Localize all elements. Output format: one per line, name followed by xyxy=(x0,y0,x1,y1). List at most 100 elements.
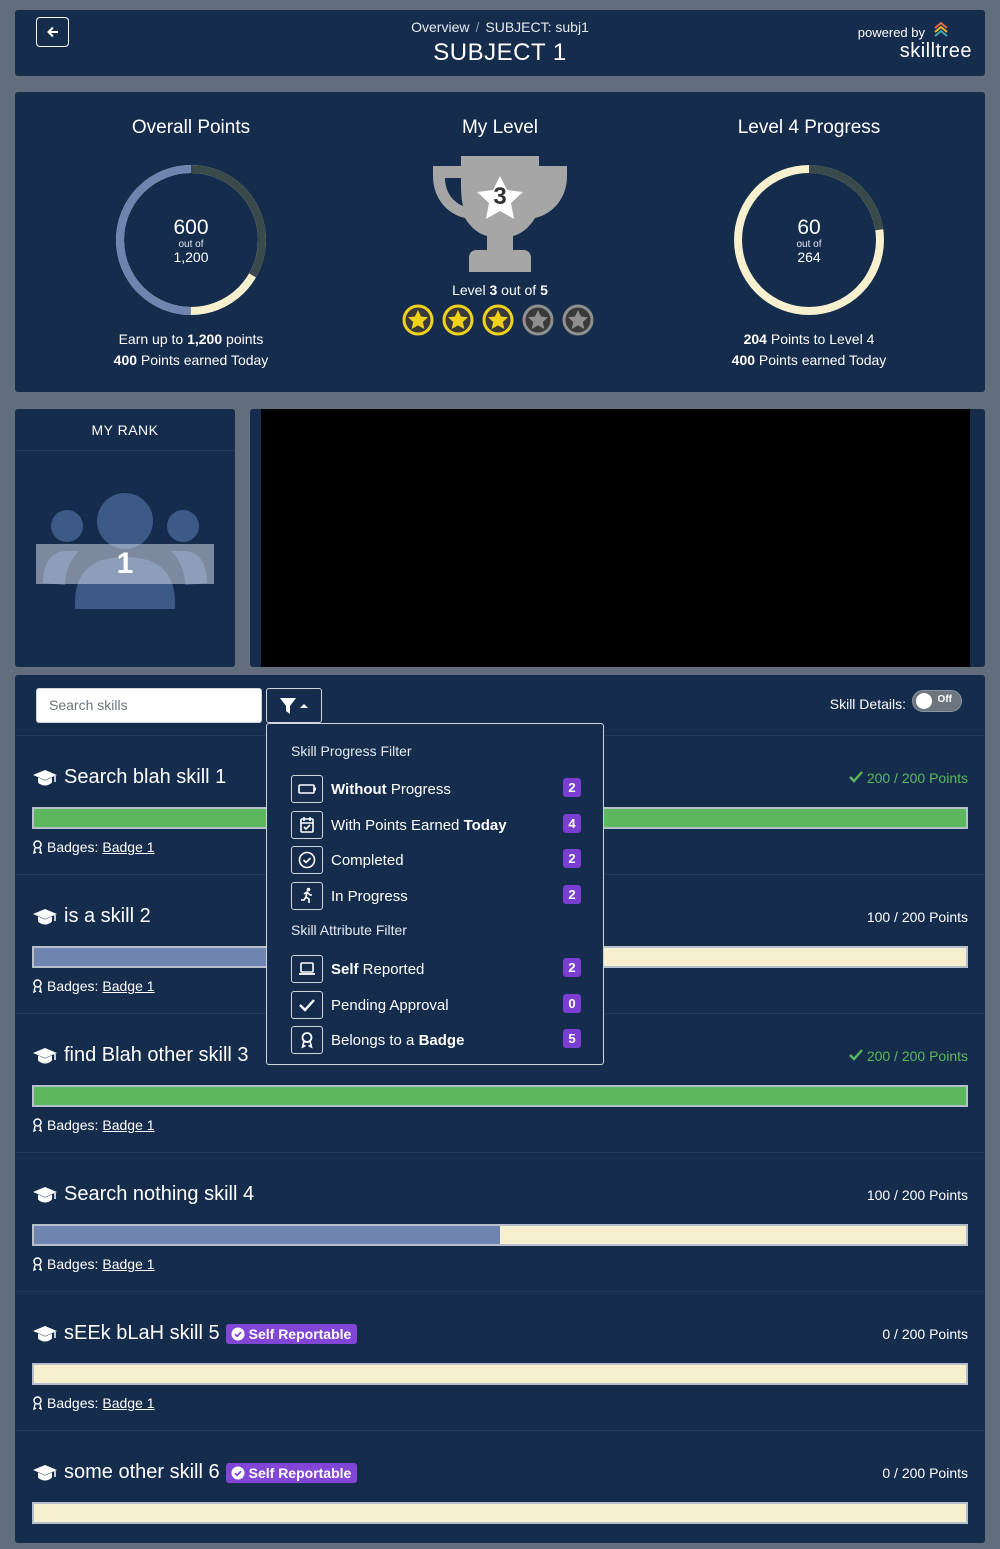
overall-points-readout: 600 out of 1,200 xyxy=(116,216,266,265)
earn-up-to-text: Earn up to xyxy=(118,331,188,347)
skill-progress-filter-heading: Skill Progress Filter xyxy=(291,743,412,759)
badges-label: Badges: xyxy=(47,978,99,994)
skill-details-toggle[interactable]: Off xyxy=(912,690,962,712)
check-circle-icon xyxy=(231,1327,245,1340)
toggle-knob xyxy=(916,693,932,709)
filter-item-count: 5 xyxy=(563,1029,581,1048)
overall-points-total: 1,200 xyxy=(173,249,209,265)
breadcrumb-separator: / xyxy=(475,19,480,35)
skill-name: Search blah skill 1 xyxy=(64,766,227,788)
breadcrumb-subject: SUBJECT: subj1 xyxy=(485,19,589,35)
badges-label: Badges: xyxy=(47,1395,99,1411)
filter-item-award[interactable]: Belongs to a Badge 5 xyxy=(291,1026,581,1054)
level-out-of-text: Level 3 out of 5 xyxy=(355,282,645,298)
battery-empty-icon xyxy=(291,775,323,803)
skill-title[interactable]: is a skill 2 xyxy=(32,905,151,928)
star-earned-icon xyxy=(442,304,474,336)
search-skills-input[interactable]: Search skills xyxy=(36,688,262,723)
star-empty-icon xyxy=(522,304,554,336)
my-level-title: My Level xyxy=(461,117,539,138)
award-icon xyxy=(33,840,42,854)
skill-progress-fill xyxy=(34,1087,966,1105)
filter-label-bold-pre: Without xyxy=(331,780,387,798)
badge-link[interactable]: Badge 1 xyxy=(102,1395,154,1411)
filter-item-count: 0 xyxy=(563,994,581,1013)
filter-item-count: 2 xyxy=(563,778,581,797)
overall-today-text: Points earned Today xyxy=(137,352,269,368)
skill-row[interactable]: some other skill 6 Self Reportable 0 / 200… xyxy=(15,1430,985,1543)
filter-item-count: 4 xyxy=(563,814,581,833)
skill-row[interactable]: Search nothing skill 4 100 / 200 Points Ba… xyxy=(15,1152,985,1291)
level-prefix: Level xyxy=(452,282,490,298)
skill-points: 0 / 200 Points xyxy=(882,1465,968,1481)
skill-row[interactable]: sEEk bLaH skill 5 Self Reportable 0 / 200 … xyxy=(15,1291,985,1430)
skill-points-text: 200 / 200 Points xyxy=(866,1048,968,1064)
breadcrumb: Overview / SUBJECT: subj1 xyxy=(15,19,985,35)
breadcrumb-overview[interactable]: Overview xyxy=(411,19,469,35)
skill-progress-fill xyxy=(34,1226,500,1244)
filter-label-bold-pre: Self xyxy=(331,960,359,978)
skill-points: 200 / 200 Points xyxy=(848,770,968,786)
star-earned-icon xyxy=(482,304,514,336)
filter-item-running[interactable]: In Progress 2 xyxy=(291,882,581,910)
filter-button[interactable] xyxy=(266,688,322,723)
filter-item-label: Belongs to a Badge xyxy=(331,1032,464,1049)
skill-title[interactable]: sEEk bLaH skill 5 Self Reportable xyxy=(32,1322,358,1345)
skilltree-brand[interactable]: skilltree xyxy=(900,40,972,63)
graduation-cap-icon xyxy=(33,769,57,785)
skill-points-text: 100 / 200 Points xyxy=(866,1187,968,1203)
badges-label: Badges: xyxy=(47,1256,99,1272)
stats-panel: Overall Points 600 out of 1,200 Earn up … xyxy=(15,92,985,392)
earn-up-to-value: 1,200 xyxy=(187,331,223,347)
level-progress-value: 60 xyxy=(797,216,821,239)
my-rank-card[interactable]: MY RANK 1 xyxy=(15,409,235,667)
skill-points: 200 / 200 Points xyxy=(848,1048,968,1064)
page-title: SUBJECT 1 xyxy=(433,39,567,66)
skill-progress-bar xyxy=(32,1085,968,1107)
filter-item-count: 2 xyxy=(563,885,581,904)
graduation-cap-icon xyxy=(33,1464,57,1480)
skill-progress-bar xyxy=(32,1224,968,1246)
filter-item-count: 2 xyxy=(563,958,581,977)
level-progress-summary: 204 Points to Level 4 400 Points earned … xyxy=(659,329,959,371)
check-circle-icon xyxy=(231,1466,245,1479)
badge-link[interactable]: Badge 1 xyxy=(102,839,154,855)
badge-link[interactable]: Badge 1 xyxy=(102,978,154,994)
video-player[interactable] xyxy=(261,409,970,667)
skill-name: is a skill 2 xyxy=(64,905,151,927)
badge-link[interactable]: Badge 1 xyxy=(102,1117,154,1133)
filter-label-bold-post: Today xyxy=(463,816,507,834)
level-today-value: 400 xyxy=(731,352,756,368)
filter-item-check-circle[interactable]: Completed 2 xyxy=(291,846,581,874)
skill-name: sEEk bLaH skill 5 xyxy=(64,1322,220,1344)
skill-title[interactable]: Search blah skill 1 xyxy=(32,766,226,789)
skill-title[interactable]: find Blah other skill 3 xyxy=(32,1044,249,1067)
badge-link[interactable]: Badge 1 xyxy=(102,1256,154,1272)
award-icon xyxy=(33,1257,42,1271)
points-to-level-value: 204 xyxy=(743,331,767,347)
filter-item-label: Completed xyxy=(331,852,404,869)
skill-progress-bar xyxy=(32,1363,968,1385)
filter-item-label: Without Progress xyxy=(331,781,451,798)
skill-title[interactable]: some other skill 6 Self Reportable xyxy=(32,1461,358,1484)
filter-item-check[interactable]: Pending Approval 0 xyxy=(291,991,581,1019)
filter-item-calendar-check[interactable]: With Points Earned Today 4 xyxy=(291,811,581,839)
filter-item-label: With Points Earned Today xyxy=(331,817,507,834)
level-max: 5 xyxy=(540,282,548,298)
graduation-cap-icon xyxy=(33,1186,57,1202)
my-rank-value: 1 xyxy=(36,544,214,584)
trophy-icon: 3 xyxy=(433,156,567,272)
filter-item-battery-empty[interactable]: Without Progress 2 xyxy=(291,775,581,803)
skilltree-logo-icon[interactable] xyxy=(933,20,949,40)
overall-points-title: Overall Points xyxy=(131,117,251,138)
award-icon xyxy=(33,979,42,993)
caret-up-icon xyxy=(300,703,308,708)
graduation-cap-icon xyxy=(33,1047,57,1063)
filter-label-text: Completed xyxy=(331,851,404,869)
badges-label: Badges: xyxy=(47,1117,99,1133)
graduation-cap-icon xyxy=(33,908,57,924)
filter-item-laptop[interactable]: Self Reported 2 xyxy=(291,955,581,983)
graduation-cap-icon xyxy=(33,1325,57,1341)
skill-title[interactable]: Search nothing skill 4 xyxy=(32,1183,254,1206)
skill-points: 100 / 200 Points xyxy=(867,909,968,925)
